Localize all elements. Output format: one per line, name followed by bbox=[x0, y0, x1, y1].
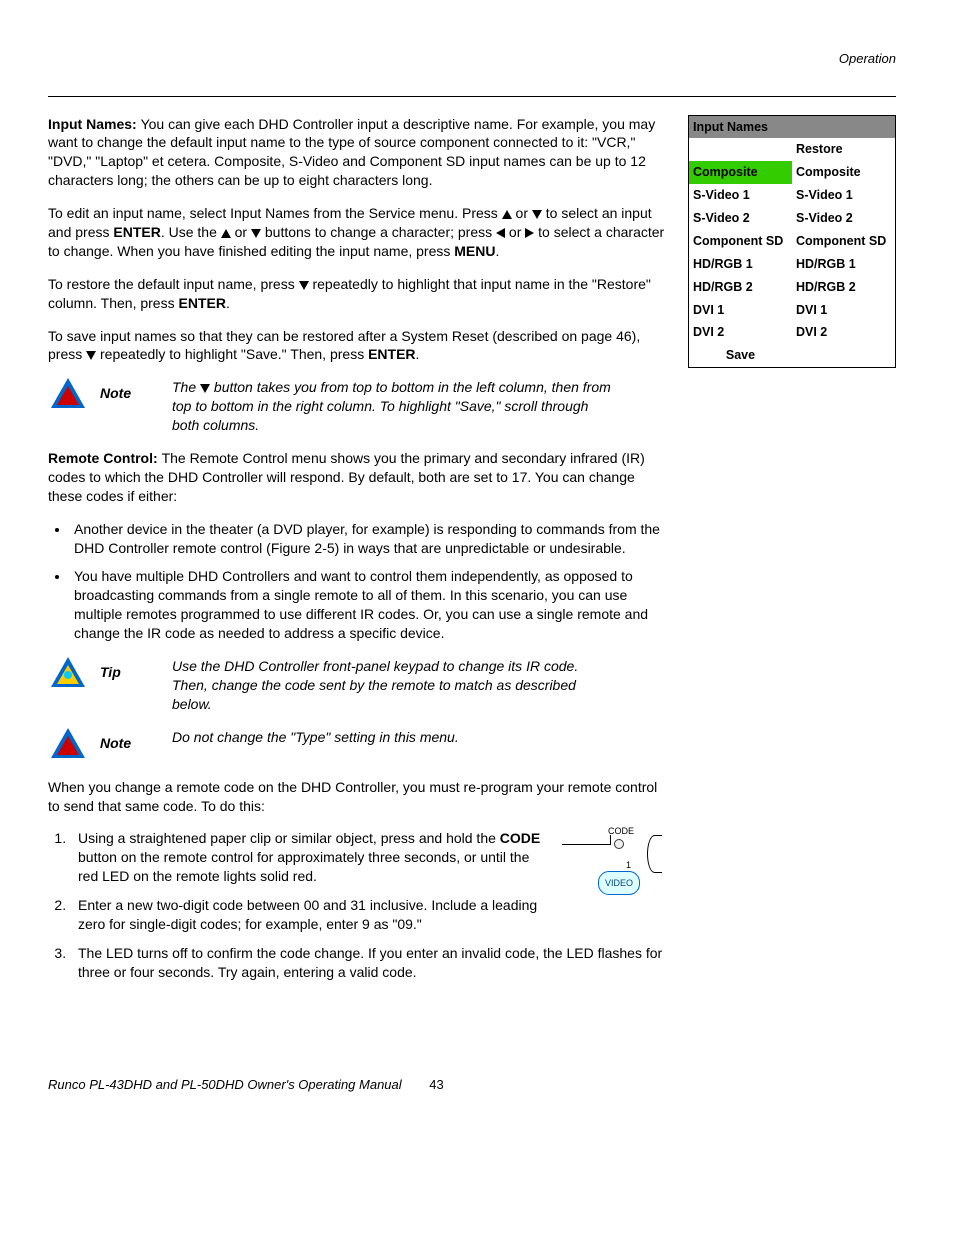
left-arrow-icon bbox=[496, 228, 505, 238]
note-callout: Note Do not change the "Type" setting in… bbox=[48, 728, 670, 758]
note-label: Note bbox=[100, 378, 160, 403]
down-arrow-icon bbox=[251, 229, 261, 238]
remote-diagram: CODE 1 VIDEO bbox=[562, 825, 662, 905]
tip-text: Use the DHD Controller front-panel keypa… bbox=[172, 657, 612, 714]
list-item: You have multiple DHD Controllers and wa… bbox=[70, 567, 670, 643]
divider bbox=[48, 96, 896, 97]
table-cell: S-Video 2 bbox=[689, 207, 793, 230]
up-arrow-icon bbox=[502, 210, 512, 219]
right-arrow-icon bbox=[525, 228, 534, 238]
tip-callout: Tip Use the DHD Controller front-panel k… bbox=[48, 657, 670, 714]
down-arrow-icon bbox=[200, 384, 210, 393]
paragraph-remote-control: Remote Control: The Remote Control menu … bbox=[48, 449, 670, 506]
list-item: The LED turns off to confirm the code ch… bbox=[70, 944, 670, 982]
paragraph-edit: To edit an input name, select Input Name… bbox=[48, 204, 670, 261]
table-cell: DVI 2 bbox=[792, 321, 896, 344]
table-cell: HD/RGB 1 bbox=[792, 253, 896, 276]
table-title: Input Names bbox=[689, 115, 896, 138]
table-cell: HD/RGB 1 bbox=[689, 253, 793, 276]
one-label: 1 bbox=[626, 859, 631, 871]
note-text: The button takes you from top to bottom … bbox=[172, 378, 612, 435]
lead-input-names: Input Names: bbox=[48, 116, 141, 132]
table-cell: S-Video 1 bbox=[792, 184, 896, 207]
bullet-list: Another device in the theater (a DVD pla… bbox=[48, 520, 670, 643]
table-cell: DVI 1 bbox=[689, 299, 793, 322]
note-icon bbox=[51, 378, 85, 408]
table-cell: DVI 2 bbox=[689, 321, 793, 344]
note-text: Do not change the "Type" setting in this… bbox=[172, 728, 459, 747]
led-icon bbox=[614, 839, 624, 849]
input-names-table: Input Names Restore CompositeCompositeS-… bbox=[688, 115, 896, 369]
paragraph-save: To save input names so that they can be … bbox=[48, 327, 670, 365]
list-item: Another device in the theater (a DVD pla… bbox=[70, 520, 670, 558]
paragraph-input-names: Input Names: You can give each DHD Contr… bbox=[48, 115, 670, 191]
table-cell: HD/RGB 2 bbox=[689, 276, 793, 299]
table-cell: DVI 1 bbox=[792, 299, 896, 322]
table-cell: Composite bbox=[689, 161, 793, 184]
table-cell: HD/RGB 2 bbox=[792, 276, 896, 299]
lead-remote-control: Remote Control: bbox=[48, 450, 162, 466]
table-cell: Composite bbox=[792, 161, 896, 184]
down-arrow-icon bbox=[299, 281, 309, 290]
down-arrow-icon bbox=[86, 351, 96, 360]
tip-label: Tip bbox=[100, 657, 160, 682]
code-label: CODE bbox=[608, 825, 634, 837]
table-cell: S-Video 1 bbox=[689, 184, 793, 207]
up-arrow-icon bbox=[221, 229, 231, 238]
table-cell: S-Video 2 bbox=[792, 207, 896, 230]
paragraph-restore: To restore the default input name, press… bbox=[48, 275, 670, 313]
tip-icon bbox=[51, 657, 85, 687]
footer-title: Runco PL-43DHD and PL-50DHD Owner's Oper… bbox=[48, 1077, 402, 1092]
note-icon bbox=[51, 728, 85, 758]
page-number: 43 bbox=[429, 1077, 443, 1092]
down-arrow-icon bbox=[532, 210, 542, 219]
note-callout: Note The button takes you from top to bo… bbox=[48, 378, 670, 435]
video-button: VIDEO bbox=[598, 871, 640, 895]
restore-header: Restore bbox=[792, 138, 896, 161]
body-column: Input Names: You can give each DHD Contr… bbox=[48, 115, 670, 996]
paragraph-reprogram: When you change a remote code on the DHD… bbox=[48, 778, 670, 816]
footer: Runco PL-43DHD and PL-50DHD Owner's Oper… bbox=[48, 1076, 896, 1094]
table-cell: Component SD bbox=[792, 230, 896, 253]
section-header: Operation bbox=[48, 50, 896, 68]
note-label: Note bbox=[100, 728, 160, 753]
table-cell: Component SD bbox=[689, 230, 793, 253]
save-cell: Save bbox=[689, 344, 793, 367]
